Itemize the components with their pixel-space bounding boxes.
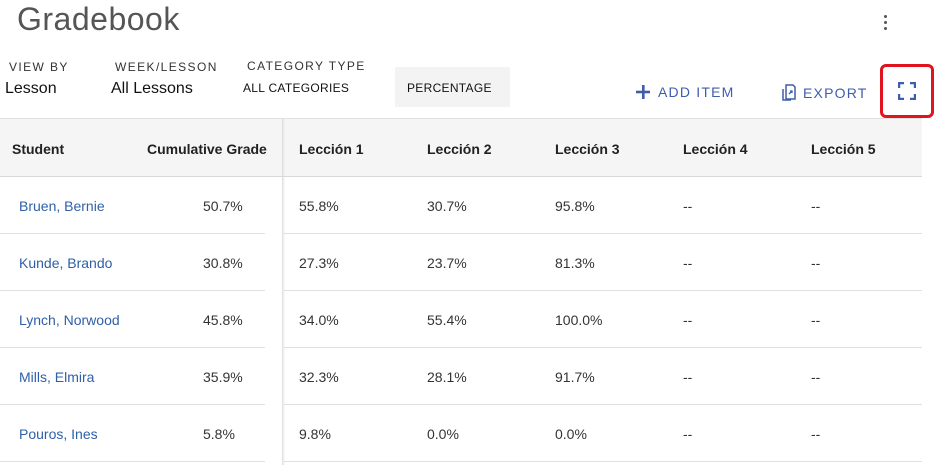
plus-icon	[636, 85, 650, 99]
table-header-row: Student Cumulative Grade Lección 1 Lecci…	[0, 119, 922, 177]
more-options-icon[interactable]	[876, 13, 894, 35]
leccion-5-grade: --	[811, 426, 821, 442]
leccion-4-grade: --	[683, 312, 693, 328]
week-lesson-select[interactable]: All Lessons	[111, 80, 193, 98]
table-row: Lynch, Norwood 45.8% 34.0% 55.4% 100.0% …	[0, 291, 922, 348]
view-by-select[interactable]: Lesson	[5, 80, 57, 98]
leccion-3-grade[interactable]: 100.0%	[555, 312, 602, 328]
table-row: Pouros, Ines 5.8% 9.8% 0.0% 0.0% -- --	[0, 405, 922, 462]
leccion-1-grade[interactable]: 27.3%	[299, 255, 339, 271]
row-divider	[0, 461, 265, 462]
table-row: Mills, Elmira 35.9% 32.3% 28.1% 91.7% --…	[0, 348, 922, 405]
leccion-4-grade: --	[683, 255, 693, 271]
table-row: Bruen, Bernie 50.7% 55.8% 30.7% 95.8% --…	[0, 177, 922, 234]
leccion-1-grade[interactable]: 9.8%	[299, 426, 331, 442]
leccion-1-grade[interactable]: 34.0%	[299, 312, 339, 328]
cumulative-grade: 35.9%	[203, 369, 243, 385]
student-link[interactable]: Lynch, Norwood	[19, 312, 120, 328]
leccion-5-grade: --	[811, 312, 821, 328]
leccion-4-grade: --	[683, 369, 693, 385]
week-lesson-label: WEEK/LESSON	[115, 60, 218, 74]
export-button[interactable]: EXPORT	[782, 84, 868, 101]
table-row: Kunde, Brando 30.8% 27.3% 23.7% 81.3% --…	[0, 234, 922, 291]
student-link[interactable]: Kunde, Brando	[19, 255, 112, 271]
display-mode-select[interactable]: PERCENTAGE	[395, 67, 510, 107]
display-mode-value: PERCENTAGE	[407, 81, 492, 95]
header-leccion-1[interactable]: Lección 1	[299, 141, 364, 157]
leccion-2-grade[interactable]: 0.0%	[427, 426, 459, 442]
leccion-5-grade: --	[811, 369, 821, 385]
header-leccion-5[interactable]: Lección 5	[811, 141, 876, 157]
leccion-4-grade: --	[683, 198, 693, 214]
sticky-column-shadow	[282, 119, 285, 465]
student-link[interactable]: Pouros, Ines	[19, 426, 98, 442]
student-link[interactable]: Bruen, Bernie	[19, 198, 105, 214]
category-type-select[interactable]: ALL CATEGORIES	[243, 81, 349, 95]
leccion-2-grade[interactable]: 55.4%	[427, 312, 467, 328]
header-leccion-2[interactable]: Lección 2	[427, 141, 492, 157]
leccion-4-grade: --	[683, 426, 693, 442]
add-item-label: ADD ITEM	[658, 84, 735, 100]
export-icon	[782, 84, 796, 101]
header-leccion-3[interactable]: Lección 3	[555, 141, 620, 157]
row-divider	[284, 461, 922, 462]
leccion-5-grade: --	[811, 255, 821, 271]
leccion-3-grade[interactable]: 0.0%	[555, 426, 587, 442]
fullscreen-button[interactable]	[880, 64, 934, 118]
leccion-1-grade[interactable]: 32.3%	[299, 369, 339, 385]
leccion-3-grade[interactable]: 95.8%	[555, 198, 595, 214]
cumulative-grade: 45.8%	[203, 312, 243, 328]
leccion-1-grade[interactable]: 55.8%	[299, 198, 339, 214]
header-cumulative-grade[interactable]: Cumulative Grade	[147, 141, 267, 157]
view-by-label: VIEW BY	[9, 60, 69, 74]
fullscreen-icon	[898, 82, 916, 100]
leccion-3-grade[interactable]: 91.7%	[555, 369, 595, 385]
leccion-2-grade[interactable]: 23.7%	[427, 255, 467, 271]
cumulative-grade: 5.8%	[203, 426, 235, 442]
page-title: Gradebook	[17, 1, 180, 37]
export-label: EXPORT	[803, 84, 868, 101]
leccion-2-grade[interactable]: 28.1%	[427, 369, 467, 385]
leccion-5-grade: --	[811, 198, 821, 214]
leccion-2-grade[interactable]: 30.7%	[427, 198, 467, 214]
student-link[interactable]: Mills, Elmira	[19, 369, 94, 385]
add-item-button[interactable]: ADD ITEM	[635, 84, 735, 100]
header-leccion-4[interactable]: Lección 4	[683, 141, 748, 157]
cumulative-grade: 30.8%	[203, 255, 243, 271]
category-type-label: CATEGORY TYPE	[247, 59, 366, 73]
leccion-3-grade[interactable]: 81.3%	[555, 255, 595, 271]
header-student[interactable]: Student	[12, 141, 64, 157]
cumulative-grade: 50.7%	[203, 198, 243, 214]
